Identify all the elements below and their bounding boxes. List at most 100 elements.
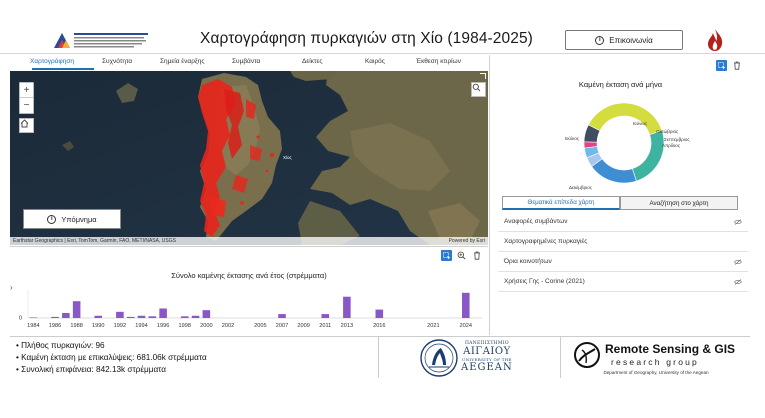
bar-2000[interactable] [202, 310, 211, 318]
tab-thematic-layers[interactable]: Θεματικά επίπεδα χάρτη [502, 196, 620, 210]
layer-item-land-use-corine[interactable]: Χρήσεις Γης - Corine (2021) [498, 272, 748, 292]
bar-1993[interactable] [126, 316, 135, 318]
layer-item-mapped-fires[interactable]: Χαρτογραφημένες πυρκαγιές [498, 232, 748, 252]
donut-slice-2[interactable] [591, 158, 637, 184]
tab-indicators[interactable]: Δείκτες [302, 58, 323, 65]
x-tick-label: 1996 [157, 323, 169, 329]
tab-building-exposure[interactable]: Έκθεση κτιρίων [416, 58, 461, 65]
donut-chart: ΙούλιοςΑύγουστοςΔεκέμβριοςΑπρίλιοςΣεπτέμ… [565, 102, 690, 190]
bar-chart-title: Σύνολο καμένης έκτασης ανά έτος (στρέμμα… [171, 271, 327, 280]
map-attribution: Earthstar Geographics | Esri, TomTom, Ga… [10, 237, 488, 245]
x-tick-label: 1984 [27, 323, 39, 329]
tab-mapping[interactable]: Χαρτογράφηση [30, 58, 74, 65]
tab-incidents[interactable]: Συμβάντα [232, 58, 260, 65]
active-tab-indicator [32, 68, 94, 70]
research-group-logo: Remote Sensing & GIS research group Depa… [560, 336, 750, 378]
expand-icon[interactable] [480, 73, 486, 79]
x-tick-label: 1992 [114, 323, 126, 329]
x-tick-label: 1994 [135, 323, 147, 329]
contact-button-label: Επικοινωνία [609, 35, 653, 45]
bar-chart-panel: 1984 1986 1988 1990 1992 1994 1996 1998 2000 2002… [10, 246, 488, 334]
page-title: Χαρτογράφηση πυρκαγιών στη Χίο (1984-202… [200, 30, 533, 47]
bar-1984[interactable] [29, 317, 38, 318]
donut-label: Δεκέμβριος [569, 184, 593, 190]
x-tick-label: 2002 [222, 323, 234, 329]
donut-chart-tools [716, 60, 742, 71]
selection-tool-button[interactable] [441, 250, 452, 261]
eye-off-icon[interactable] [734, 259, 742, 265]
bar-1995[interactable] [148, 316, 157, 318]
x-tick-label: 1986 [49, 323, 61, 329]
trash-icon [473, 251, 480, 260]
info-icon: i [47, 214, 57, 224]
research-group-subtitle: research group [611, 357, 699, 367]
layer-item-incident-reports[interactable]: Αναφορές συμβάντων [498, 212, 748, 232]
research-group-title: Remote Sensing & GIS [605, 342, 736, 356]
total-area-stat: • Συνολική επιφάνεια: 842.13k στρέμματα [16, 365, 167, 374]
layer-item-community-boundaries[interactable]: Όρια κοινοτήτων [498, 252, 748, 272]
layer-label: Χαρτογραφημένες πυρκαγιές [504, 238, 588, 245]
x-tick-label: 2005 [254, 323, 266, 329]
layer-list: Αναφορές συμβάντων Χαρτογραφημένες πυρκα… [498, 212, 748, 292]
bar-1988[interactable] [72, 301, 81, 318]
legend-button-label: Υπόμνημα [61, 214, 97, 224]
bar-chart: 1984 1986 1988 1990 1992 1994 1996 1998 2000 2002… [19, 290, 482, 329]
contact-button[interactable]: i Επικοινωνία [565, 30, 683, 50]
donut-label: Απρίλιος [662, 143, 681, 148]
burned-area-stat: • Καμένη έκταση με επικαλύψεις: 681.06k … [16, 353, 207, 362]
bar-1999[interactable] [191, 315, 200, 318]
bar-1992[interactable] [116, 311, 124, 318]
eye-off-icon[interactable] [734, 279, 742, 285]
chevron-right-icon[interactable]: › [10, 283, 17, 297]
bar-2013[interactable] [343, 296, 351, 318]
search-icon [472, 83, 481, 92]
legend-button[interactable]: i Υπόμνημα [23, 209, 121, 229]
zoom-icon [457, 251, 466, 260]
clear-selection-button[interactable] [731, 60, 742, 71]
home-button[interactable] [19, 118, 34, 133]
bar-2024[interactable] [462, 292, 470, 318]
eye-off-icon[interactable] [734, 219, 742, 225]
bar-2011[interactable] [321, 314, 330, 318]
main-tabs: Χαρτογράφηση Συχνότητα Σημεία έναρξης Συ… [10, 56, 488, 70]
layer-label: Όρια κοινοτήτων [504, 258, 552, 265]
bar-1987[interactable] [62, 312, 70, 318]
zoom-chart-button[interactable] [456, 250, 467, 261]
tab-ignition-points[interactable]: Σημεία έναρξης [160, 58, 205, 65]
selection-icon [442, 251, 450, 259]
x-tick-label: 1990 [92, 323, 104, 329]
university-emblem-icon [420, 339, 458, 377]
donut-slice-1[interactable] [631, 130, 665, 182]
x-tick-label: 2007 [276, 323, 288, 329]
attribution-text: Earthstar Geographics | Esri, TomTom, Ga… [13, 238, 176, 244]
layer-label: Χρήσεις Γης - Corine (2021) [504, 278, 585, 285]
place-label: Χίος [283, 155, 292, 160]
tab-map-search[interactable]: Αναζήτηση στο χάρτη [620, 196, 738, 210]
fire-map[interactable]: Χίος + − i Υπόμνημα Earthstar Geographic… [10, 71, 488, 245]
selection-tool-button[interactable] [716, 60, 727, 71]
map-search-button[interactable] [471, 82, 486, 97]
bar-1998[interactable] [180, 316, 189, 318]
selection-icon [717, 61, 725, 69]
donut-chart-title: Καμένη έκταση ανά μήνα [578, 80, 663, 89]
x-tick-label: 2021 [427, 323, 439, 329]
donut-label: Ιούνιος [633, 120, 648, 126]
y-tick-label: 0 [19, 316, 22, 322]
tab-weather[interactable]: Καιρός [365, 58, 385, 65]
powered-by-text: Powered by Esri [448, 238, 485, 244]
zoom-out-button[interactable]: − [20, 98, 33, 113]
zoom-in-button[interactable]: + [20, 83, 33, 98]
tab-frequency[interactable]: Συχνότητα [102, 58, 132, 65]
bar-2007[interactable] [278, 314, 286, 318]
bar-1986[interactable] [51, 316, 59, 318]
donut-slice-0[interactable] [587, 102, 663, 136]
x-tick-label: 1988 [70, 323, 82, 329]
bar-1990[interactable] [94, 315, 103, 318]
donut-label: Ιούλιος [565, 135, 580, 141]
bar-1996[interactable] [159, 308, 167, 318]
university-wordmark: ΠΑΝΕΠΙΣΤΗΜΙΟ ΑΙΓΑΙΟΥ UNIVERSITY OF THE A… [461, 341, 513, 373]
donut-label: Σεπτέμβριος [664, 136, 690, 142]
bar-1994[interactable] [137, 315, 146, 318]
clear-selection-button[interactable] [471, 250, 482, 261]
bar-2016[interactable] [375, 309, 384, 318]
